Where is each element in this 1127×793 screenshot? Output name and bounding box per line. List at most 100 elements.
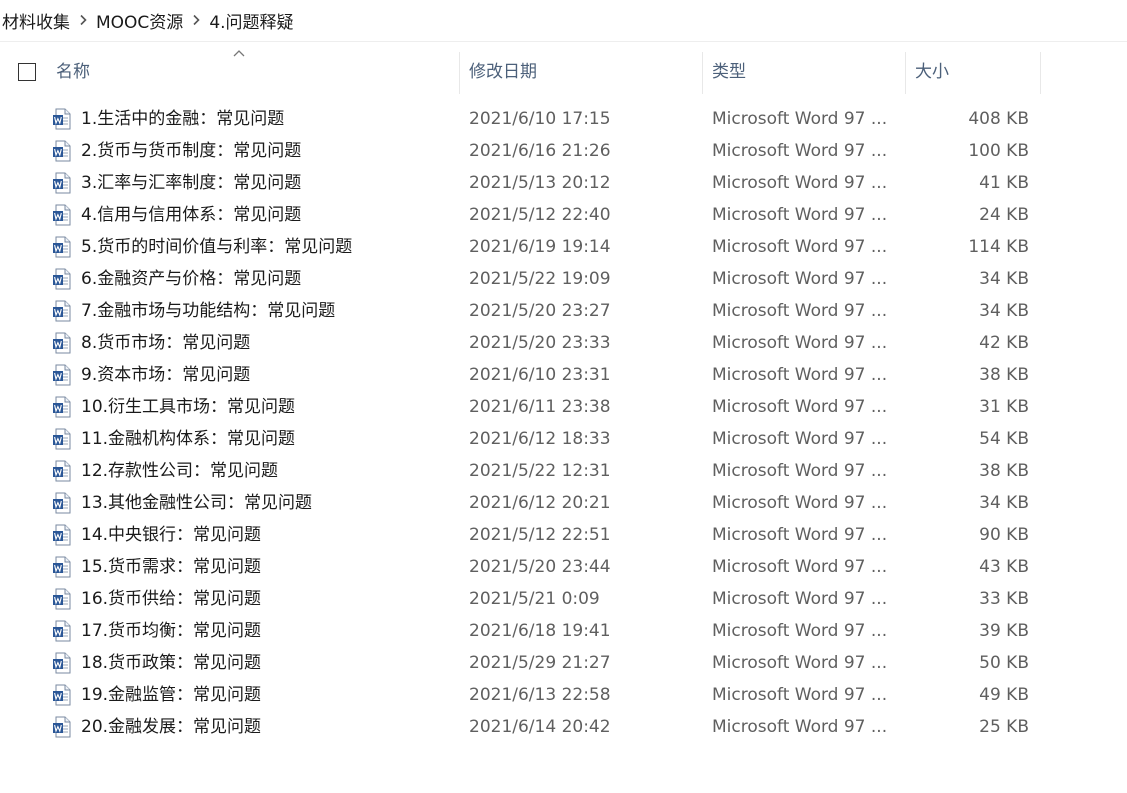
file-modified-date: 2021/5/13 20:12 — [469, 173, 611, 193]
file-row[interactable]: 6.金融资产与价格：常见问题 2021/5/22 19:09 Microsoft W… — [0, 263, 1127, 295]
file-row[interactable]: 10.衍生工具市场：常见问题 2021/6/11 23:38 Microsoft W… — [0, 391, 1127, 423]
breadcrumb: 材料收集 MOOC资源 4.问题释疑 — [0, 0, 1127, 40]
file-size: 34 KB — [979, 269, 1029, 289]
file-size: 38 KB — [979, 461, 1029, 481]
file-type: Microsoft Word 97 ... — [712, 461, 888, 481]
file-name[interactable]: 12.存款性公司：常见问题 — [81, 455, 451, 487]
file-name[interactable]: 1.生活中的金融：常见问题 — [81, 103, 451, 135]
file-modified-date: 2021/6/16 21:26 — [469, 141, 611, 161]
file-size: 43 KB — [979, 557, 1029, 577]
file-row[interactable]: 2.货币与货币制度：常见问题 2021/6/16 21:26 Microsoft W… — [0, 135, 1127, 167]
file-modified-date: 2021/5/20 23:27 — [469, 301, 611, 321]
file-name[interactable]: 16.货币供给：常见问题 — [81, 583, 451, 615]
file-name[interactable]: 18.货币政策：常见问题 — [81, 647, 451, 679]
word-document-icon — [52, 268, 72, 290]
file-modified-date: 2021/5/22 19:09 — [469, 269, 611, 289]
file-row[interactable]: 14.中央银行：常见问题 2021/5/12 22:51 Microsoft Wor… — [0, 519, 1127, 551]
file-row[interactable]: 1.生活中的金融：常见问题 2021/6/10 17:15 Microsoft Wo… — [0, 103, 1127, 135]
file-name[interactable]: 2.货币与货币制度：常见问题 — [81, 135, 451, 167]
breadcrumb-divider — [0, 41, 1127, 42]
file-size: 408 KB — [968, 109, 1029, 129]
file-type: Microsoft Word 97 ... — [712, 717, 888, 737]
file-row[interactable]: 19.金融监管：常见问题 2021/6/13 22:58 Microsoft Wor… — [0, 679, 1127, 711]
file-size: 24 KB — [979, 205, 1029, 225]
column-header-date[interactable]: 修改日期 — [469, 52, 699, 94]
word-document-icon — [52, 588, 72, 610]
file-size: 31 KB — [979, 397, 1029, 417]
file-name[interactable]: 15.货币需求：常见问题 — [81, 551, 451, 583]
file-row[interactable]: 18.货币政策：常见问题 2021/5/29 21:27 Microsoft Wor… — [0, 647, 1127, 679]
file-size: 42 KB — [979, 333, 1029, 353]
file-name[interactable]: 20.金融发展：常见问题 — [81, 711, 451, 743]
breadcrumb-item-mooc[interactable]: MOOC资源 — [94, 8, 185, 33]
file-row[interactable]: 5.货币的时间价值与利率：常见问题 2021/6/19 19:14 Microsof… — [0, 231, 1127, 263]
file-modified-date: 2021/5/20 23:33 — [469, 333, 611, 353]
file-row[interactable]: 4.信用与信用体系：常见问题 2021/5/12 22:40 Microsoft W… — [0, 199, 1127, 231]
file-type: Microsoft Word 97 ... — [712, 141, 888, 161]
file-size: 38 KB — [979, 365, 1029, 385]
file-modified-date: 2021/6/12 20:21 — [469, 493, 611, 513]
file-name[interactable]: 19.金融监管：常见问题 — [81, 679, 451, 711]
file-row[interactable]: 20.金融发展：常见问题 2021/6/14 20:42 Microsoft Wor… — [0, 711, 1127, 743]
file-row[interactable]: 9.资本市场：常见问题 2021/6/10 23:31 Microsoft Word… — [0, 359, 1127, 391]
file-name[interactable]: 4.信用与信用体系：常见问题 — [81, 199, 451, 231]
file-row[interactable]: 3.汇率与汇率制度：常见问题 2021/5/13 20:12 Microsoft W… — [0, 167, 1127, 199]
word-document-icon — [52, 620, 72, 642]
file-name[interactable]: 13.其他金融性公司：常见问题 — [81, 487, 451, 519]
file-row[interactable]: 15.货币需求：常见问题 2021/5/20 23:44 Microsoft Wor… — [0, 551, 1127, 583]
column-header-type[interactable]: 类型 — [712, 52, 902, 94]
file-modified-date: 2021/6/13 22:58 — [469, 685, 611, 705]
file-name[interactable]: 7.金融市场与功能结构：常见问题 — [81, 295, 451, 327]
file-size: 54 KB — [979, 429, 1029, 449]
file-size: 49 KB — [979, 685, 1029, 705]
file-name[interactable]: 11.金融机构体系：常见问题 — [81, 423, 451, 455]
column-divider[interactable] — [702, 52, 703, 94]
file-row[interactable]: 17.货币均衡：常见问题 2021/6/18 19:41 Microsoft Wor… — [0, 615, 1127, 647]
column-header-name[interactable]: 名称 — [56, 52, 456, 94]
file-size: 41 KB — [979, 173, 1029, 193]
word-document-icon — [52, 524, 72, 546]
file-type: Microsoft Word 97 ... — [712, 653, 888, 673]
chevron-right-icon[interactable] — [185, 14, 207, 26]
file-type: Microsoft Word 97 ... — [712, 621, 888, 641]
file-name[interactable]: 10.衍生工具市场：常见问题 — [81, 391, 451, 423]
file-modified-date: 2021/5/22 12:31 — [469, 461, 611, 481]
column-header-size[interactable]: 大小 — [915, 52, 1035, 94]
file-modified-date: 2021/5/12 22:40 — [469, 205, 611, 225]
file-type: Microsoft Word 97 ... — [712, 493, 888, 513]
file-type: Microsoft Word 97 ... — [712, 173, 888, 193]
file-name[interactable]: 5.货币的时间价值与利率：常见问题 — [81, 231, 451, 263]
column-divider[interactable] — [459, 52, 460, 94]
file-name[interactable]: 6.金融资产与价格：常见问题 — [81, 263, 451, 295]
file-size: 33 KB — [979, 589, 1029, 609]
file-type: Microsoft Word 97 ... — [712, 301, 888, 321]
file-name[interactable]: 9.资本市场：常见问题 — [81, 359, 451, 391]
file-row[interactable]: 16.货币供给：常见问题 2021/5/21 0:09 Microsoft Word… — [0, 583, 1127, 615]
breadcrumb-item-materials[interactable]: 材料收集 — [0, 8, 72, 33]
file-size: 39 KB — [979, 621, 1029, 641]
file-row[interactable]: 13.其他金融性公司：常见问题 2021/6/12 20:21 Microsoft … — [0, 487, 1127, 519]
file-type: Microsoft Word 97 ... — [712, 205, 888, 225]
column-divider[interactable] — [905, 52, 906, 94]
file-name[interactable]: 14.中央银行：常见问题 — [81, 519, 451, 551]
file-row[interactable]: 7.金融市场与功能结构：常见问题 2021/5/20 23:27 Microsoft… — [0, 295, 1127, 327]
file-type: Microsoft Word 97 ... — [712, 429, 888, 449]
file-modified-date: 2021/6/11 23:38 — [469, 397, 611, 417]
file-size: 114 KB — [968, 237, 1029, 257]
file-row[interactable]: 8.货币市场：常见问题 2021/5/20 23:33 Microsoft Word… — [0, 327, 1127, 359]
file-type: Microsoft Word 97 ... — [712, 237, 888, 257]
file-modified-date: 2021/5/29 21:27 — [469, 653, 611, 673]
file-name[interactable]: 3.汇率与汇率制度：常见问题 — [81, 167, 451, 199]
breadcrumb-item-current-folder[interactable]: 4.问题释疑 — [207, 8, 295, 33]
file-name[interactable]: 8.货币市场：常见问题 — [81, 327, 451, 359]
file-size: 34 KB — [979, 301, 1029, 321]
column-divider[interactable] — [1040, 52, 1041, 94]
select-all-checkbox[interactable] — [18, 63, 36, 81]
word-document-icon — [52, 236, 72, 258]
chevron-right-icon[interactable] — [72, 14, 94, 26]
file-row[interactable]: 12.存款性公司：常见问题 2021/5/22 12:31 Microsoft Wo… — [0, 455, 1127, 487]
word-document-icon — [52, 652, 72, 674]
file-name[interactable]: 17.货币均衡：常见问题 — [81, 615, 451, 647]
word-document-icon — [52, 684, 72, 706]
file-row[interactable]: 11.金融机构体系：常见问题 2021/6/12 18:33 Microsoft W… — [0, 423, 1127, 455]
